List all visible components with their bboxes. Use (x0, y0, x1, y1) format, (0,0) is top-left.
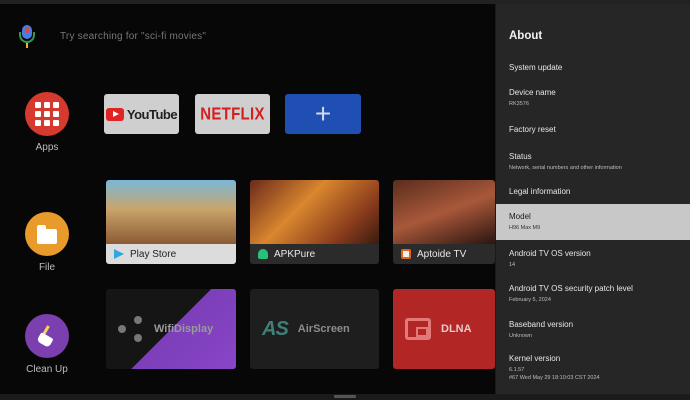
share-icon (118, 316, 144, 342)
settings-item-value: Network, serial numbers and other inform… (509, 165, 622, 171)
aptoide-label: Aptoide TV (417, 248, 467, 260)
play-store-thumbnail (106, 180, 236, 244)
youtube-icon (105, 107, 124, 121)
play-store-icon (114, 249, 124, 259)
aptoide-thumbnail (393, 180, 495, 244)
wifidisplay-label: WifiDisplay (154, 323, 214, 335)
youtube-label: YouTube (126, 106, 178, 122)
bezel-bottom (0, 394, 690, 400)
settings-item-title: Android TV OS version (509, 249, 591, 258)
search-prompt: Try searching for "sci-fi movies" (60, 30, 207, 42)
add-app-tile[interactable]: + (285, 94, 361, 134)
rail-apps[interactable]: Apps (22, 92, 72, 153)
rail-cleanup[interactable]: Clean Up (22, 314, 72, 375)
plus-icon: + (314, 98, 332, 129)
settings-item-security-patch[interactable]: Android TV OS security patch level Febru… (496, 281, 690, 311)
airscreen-card[interactable]: AS AirScreen (250, 289, 379, 369)
settings-item-title: Device name (509, 88, 556, 97)
apps-grid-icon (25, 92, 69, 136)
settings-item-title: Factory reset (509, 125, 556, 134)
aptoide-card[interactable]: Aptoide TV (393, 180, 495, 264)
settings-item-system-update[interactable]: System update (496, 60, 690, 82)
panel-title: About (509, 30, 543, 42)
netflix-logo: NETFLIX (200, 104, 265, 124)
settings-item-title: Baseband version (509, 320, 574, 329)
play-store-card[interactable]: Play Store (106, 180, 236, 264)
aptoide-icon (401, 249, 411, 259)
settings-item-kernel[interactable]: Kernel version 6.1.57 #67 Wed May 29 18:… (496, 351, 690, 391)
about-settings-panel: About System update Device name RK3576 F… (495, 4, 690, 394)
dlna-card[interactable]: DLNA (393, 289, 495, 369)
apkpure-icon (258, 249, 268, 259)
settings-item-value-detail: #67 Wed May 29 18:10:03 CST 2024 (509, 375, 600, 381)
wifidisplay-card[interactable]: WifiDisplay (106, 289, 236, 369)
airscreen-logo: AS (262, 317, 289, 340)
settings-item-value: 14 (509, 262, 516, 268)
netflix-tile[interactable]: NETFLIX (195, 94, 270, 134)
dlna-label: DLNA (441, 323, 472, 335)
apkpure-thumbnail (250, 180, 379, 244)
settings-item-baseband[interactable]: Baseband version Unknown (496, 317, 690, 347)
settings-item-value: 6.1.57 (509, 367, 525, 373)
settings-item-status[interactable]: Status Network, serial numbers and other… (496, 149, 690, 179)
settings-item-title: Kernel version (509, 354, 561, 363)
settings-item-legal-information[interactable]: Legal information (496, 184, 690, 206)
rail-apps-label: Apps (35, 142, 59, 153)
settings-item-value: February 5, 2024 (509, 297, 551, 303)
apkpure-label: APKPure (274, 248, 316, 260)
settings-item-title: Model (509, 212, 531, 221)
mic-icon[interactable] (18, 23, 36, 49)
settings-item-title: Legal information (509, 187, 571, 196)
settings-item-value: Unknown (509, 333, 532, 339)
rail-cleanup-label: Clean Up (26, 364, 68, 375)
folder-icon (25, 212, 69, 256)
settings-item-model[interactable]: Model H96 Max M9 (496, 204, 690, 240)
apkpure-card[interactable]: APKPure (250, 180, 379, 264)
settings-item-value: H96 Max M9 (509, 225, 541, 231)
youtube-tile[interactable]: YouTube (104, 94, 179, 134)
rail-file[interactable]: File (22, 212, 72, 273)
settings-item-device-name[interactable]: Device name RK3576 (496, 85, 690, 115)
settings-item-factory-reset[interactable]: Factory reset (496, 122, 690, 144)
dlna-screens-icon (405, 318, 431, 340)
search-bar[interactable]: Try searching for "sci-fi movies" (18, 22, 206, 50)
rail-file-label: File (38, 262, 56, 273)
settings-item-title: Status (509, 152, 532, 161)
settings-item-title: Android TV OS security patch level (509, 284, 633, 293)
airscreen-label: AirScreen (297, 323, 350, 335)
play-store-label: Play Store (130, 248, 177, 260)
settings-item-value: RK3576 (509, 101, 529, 107)
broom-icon (25, 314, 69, 358)
settings-item-title: System update (509, 63, 563, 72)
settings-item-android-version[interactable]: Android TV OS version 14 (496, 246, 690, 276)
tv-screen: Try searching for "sci-fi movies" Apps F… (0, 0, 690, 400)
